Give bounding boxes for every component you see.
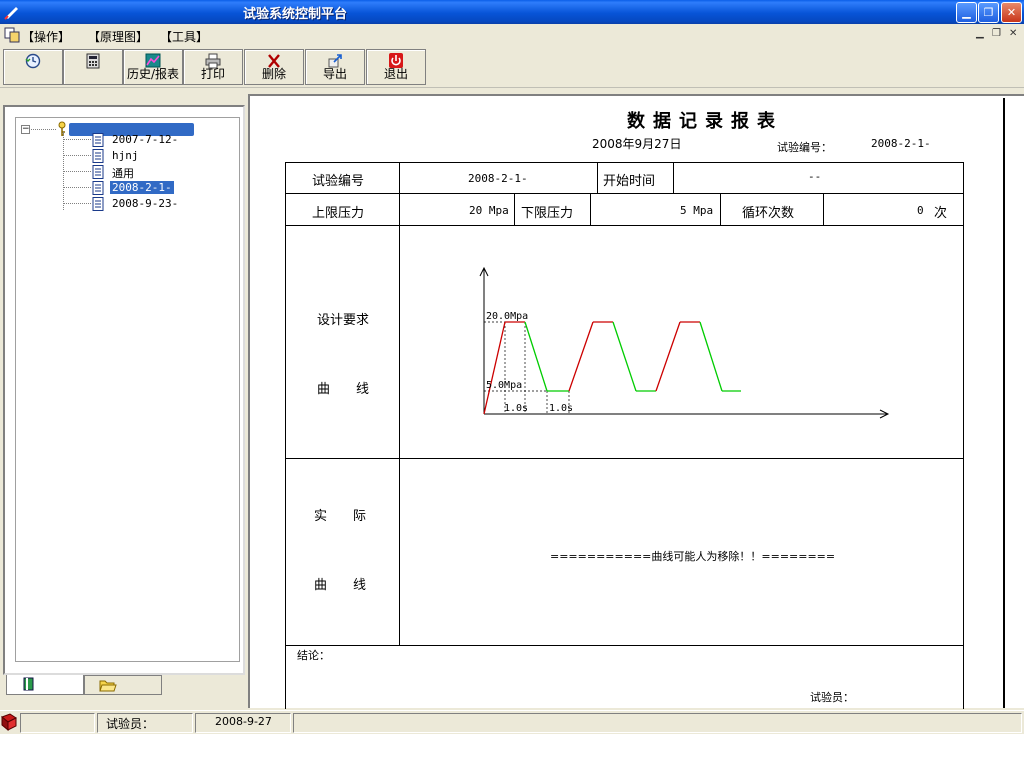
tree-connector <box>31 129 56 130</box>
chart-guides <box>484 321 570 414</box>
history-report-button[interactable]: 历史/报表 <box>123 49 183 85</box>
tester-label: 试验员： <box>810 691 854 704</box>
design-curve-label-2: 曲 线 <box>317 382 370 397</box>
report-number-value: 2008-2-1- <box>871 137 931 150</box>
cycle-count-label: 循环次数 <box>742 206 795 221</box>
tab-records[interactable] <box>6 675 84 695</box>
menu-operate[interactable]: 【操作】 <box>22 28 70 45</box>
upper-pressure-value: 20 Mpa <box>469 204 509 217</box>
lower-level-label: 5.0Mpa <box>486 380 522 391</box>
restore-icon: ❐ <box>983 6 994 19</box>
document-icon <box>92 133 104 147</box>
waveform-segment <box>524 321 548 392</box>
waveform-segment <box>655 321 681 392</box>
cycle-count-unit: 次 <box>934 206 948 221</box>
start-time-value: -- <box>808 170 822 183</box>
close-icon: ✕ <box>1006 6 1017 19</box>
document-icon <box>92 181 104 195</box>
book-icon <box>1 713 17 731</box>
document-windows-icon <box>4 27 20 43</box>
record-tree: − 2007-7-12- hjnj 通用 2008-2-1- 2008-9-23… <box>15 117 240 662</box>
cycle-count-value: 0 <box>917 204 924 217</box>
document-icon <box>92 165 104 179</box>
test-no-label: 试验编号 <box>312 174 365 189</box>
upper-level-label: 20.0Mpa <box>486 311 528 322</box>
lower-pressure-label: 下限压力 <box>521 206 574 221</box>
menu-schematic[interactable]: 【原理图】 <box>88 28 148 45</box>
exit-button[interactable]: 退出 <box>366 49 426 85</box>
status-bar: 试验员： 2008-9-27 <box>0 710 1024 734</box>
actual-curve-label-2: 曲 线 <box>314 578 367 593</box>
toolbar-button-calculator[interactable] <box>63 49 123 85</box>
toolbar-button-clock[interactable] <box>3 49 63 85</box>
minimize-button[interactable]: ▁ <box>956 2 977 23</box>
status-tester-label: 试验员： <box>106 717 155 731</box>
conclusion-label: 结论： <box>297 649 330 662</box>
waveform-segment <box>612 321 637 392</box>
menu-bar: 【操作】 【原理图】 【工具】 ▁ ❐ ✕ <box>0 25 1024 45</box>
folder-open-icon <box>99 680 117 692</box>
left-panel: − 2007-7-12- hjnj 通用 2008-2-1- 2008-9-23… <box>3 105 245 675</box>
calculator-icon <box>86 53 100 69</box>
mdi-minimize-icon[interactable]: ▁ <box>976 28 984 39</box>
lower-pressure-value: 5 Mpa <box>680 204 714 217</box>
delete-button[interactable]: 删除 <box>244 49 304 85</box>
status-date: 2008-9-27 <box>215 715 272 728</box>
tree-collapse-toggle[interactable]: − <box>21 125 30 134</box>
export-button[interactable]: 导出 <box>305 49 365 85</box>
toolbar: 历史/报表 打印 删除 导出 退出 <box>0 46 1024 88</box>
actual-curve-label: 实 际 <box>314 509 367 524</box>
report-date: 2008年9月27日 <box>592 137 682 151</box>
waveform-segment <box>483 321 506 415</box>
curve-removed-message: ===========曲线可能人为移除！！======== <box>550 550 836 563</box>
hold-time-label-upper: 1.0s <box>504 403 528 414</box>
test-no-value: 2008-2-1- <box>468 172 528 185</box>
report-number-label: 试验编号： <box>777 141 832 154</box>
clock-icon <box>25 53 41 69</box>
window-title: 试验系统控制平台 <box>242 7 347 22</box>
close-button[interactable]: ✕ <box>1001 2 1022 23</box>
report-title: 数据记录报表 <box>627 111 783 132</box>
minimize-icon: ▁ <box>962 6 971 19</box>
restore-button[interactable]: ❐ <box>978 2 999 23</box>
menu-tools[interactable]: 【工具】 <box>160 28 208 45</box>
start-time-label: 开始时间 <box>603 174 656 189</box>
key-icon <box>58 121 66 136</box>
print-button[interactable]: 打印 <box>183 49 243 85</box>
document-icon <box>92 197 104 211</box>
tab-folders[interactable] <box>84 675 162 695</box>
mdi-restore-icon[interactable]: ❐ <box>992 28 1001 39</box>
design-curve-label: 设计要求 <box>317 313 370 328</box>
waveform-segment <box>699 321 723 392</box>
book-icon <box>23 677 34 691</box>
document-icon <box>92 149 104 163</box>
design-curve-chart: 20.0Mpa 5.0Mpa 1.0s 1.0s <box>479 266 890 419</box>
upper-pressure-label: 上限压力 <box>312 206 365 221</box>
title-bar: 试验系统控制平台 ▁ ❐ ✕ <box>0 0 1024 24</box>
waveform-segment <box>568 321 594 392</box>
chart-waveform <box>483 321 741 415</box>
mdi-close-icon[interactable]: ✕ <box>1009 28 1017 39</box>
hold-time-label-lower: 1.0s <box>549 403 573 414</box>
